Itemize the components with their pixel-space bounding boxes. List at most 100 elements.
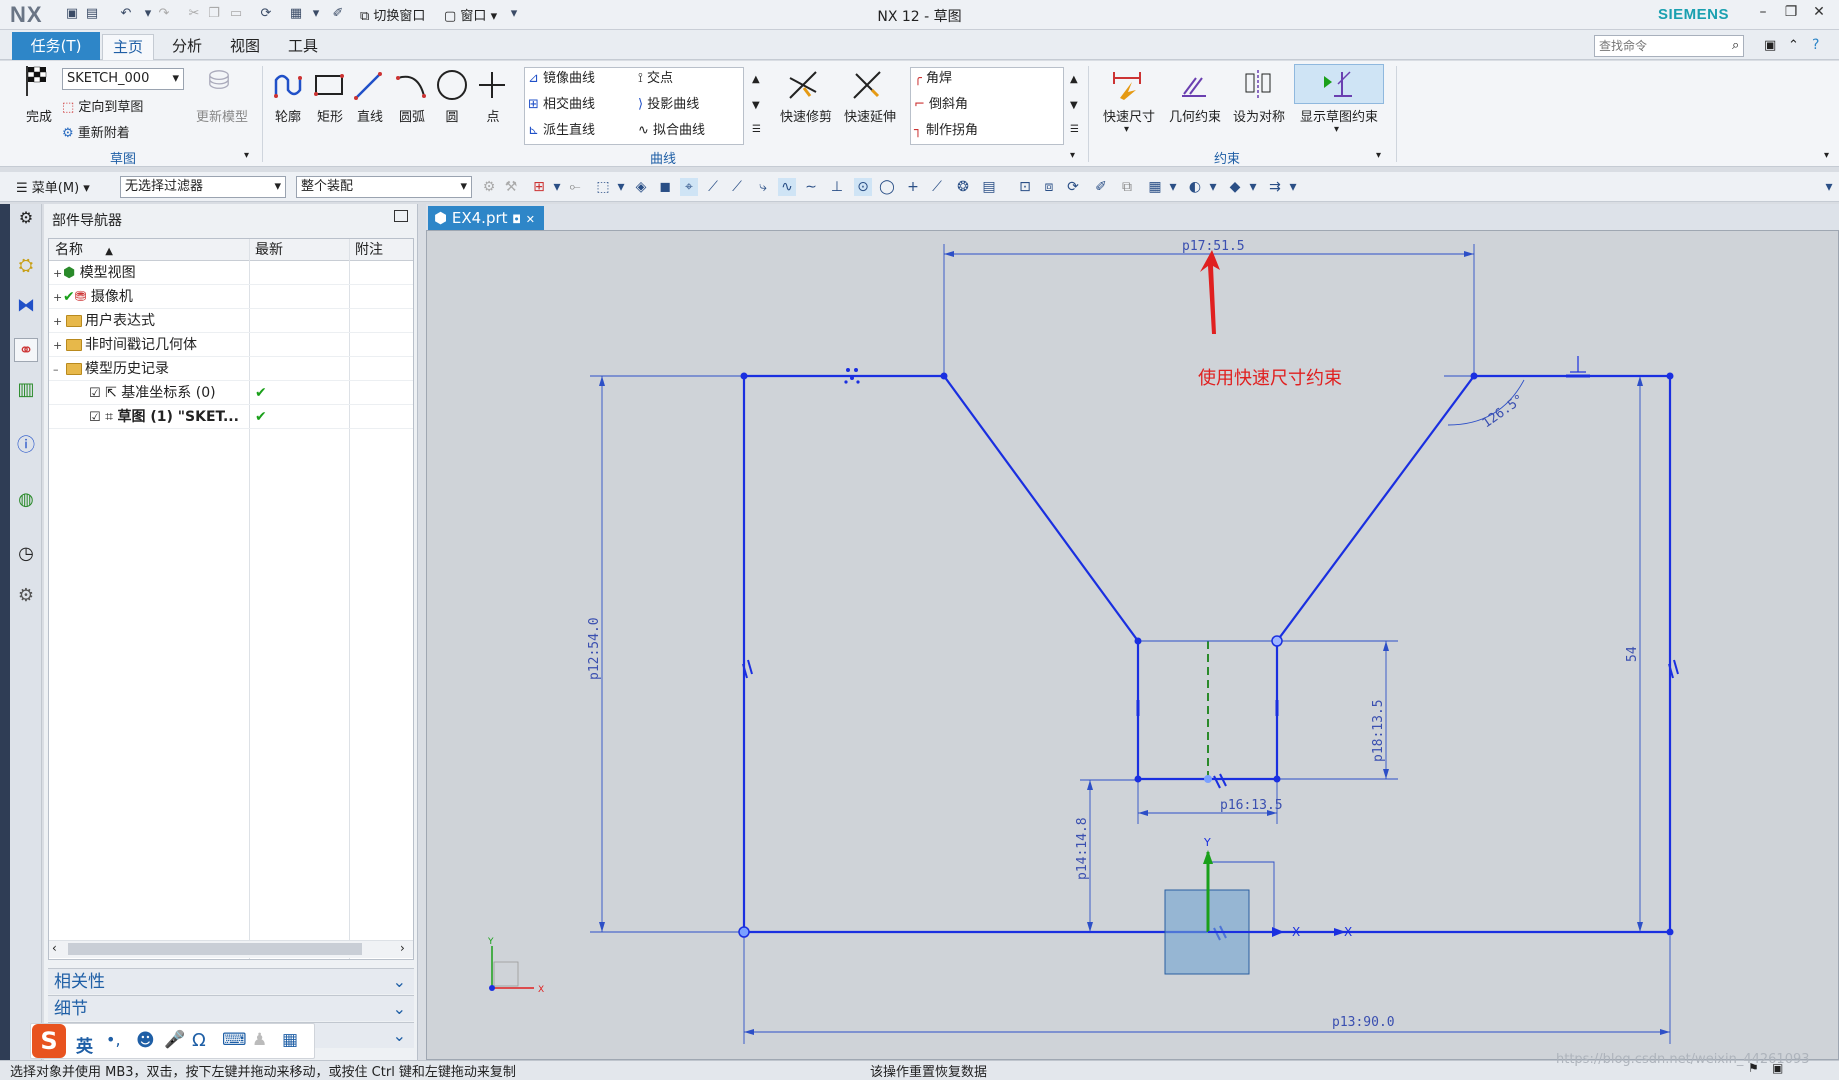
intersection-point-button[interactable]: ⟟ 交点 — [638, 68, 673, 90]
select-body-icon[interactable]: ◼ — [656, 178, 674, 196]
search-icon[interactable]: ⌕ — [1732, 38, 1739, 53]
clip-section-icon[interactable]: ⇉ — [1266, 178, 1284, 196]
assembly-navigator-icon[interactable]: ⛭ — [14, 254, 38, 278]
geometric-constraint-label[interactable]: 几何约束 — [1164, 106, 1226, 125]
edge-style-dropdown-icon[interactable]: ▾ — [1204, 178, 1222, 196]
corner-gallery-more-icon[interactable]: ☰ — [1070, 124, 1079, 135]
project-curve-button[interactable]: ⟩ 投影曲线 — [638, 94, 699, 116]
derived-line-button[interactable]: ⊾ 派生直线 — [528, 120, 595, 142]
expand-icon[interactable]: + — [53, 262, 63, 286]
symmetric-icon[interactable] — [1240, 68, 1276, 102]
keyboard-icon[interactable]: ⌨ — [222, 1030, 247, 1050]
tree-row-timeless-geometry[interactable]: + 非时间戳记几何体 — [49, 333, 413, 357]
menu-button[interactable]: ☰ 菜单(M) ▾ — [16, 177, 90, 196]
point-label[interactable]: 点 — [476, 106, 510, 125]
punctuation-icon[interactable]: •, — [106, 1030, 121, 1049]
perspective-icon[interactable]: ⧉ — [1118, 178, 1136, 196]
selection-filter-select[interactable]: 无选择过滤器 ▾ — [120, 176, 286, 198]
rapid-dimension-dropdown-icon[interactable]: ▾ — [1124, 124, 1129, 135]
history-icon[interactable]: ◷ — [14, 542, 38, 566]
constraint-navigator-icon[interactable]: ⧓ — [14, 294, 38, 318]
rectangle-select-icon[interactable]: ⬚ — [594, 178, 612, 196]
tree-row-user-expressions[interactable]: + 用户表达式 — [49, 309, 413, 333]
skin-icon[interactable]: ♟ — [252, 1030, 267, 1050]
corner-gallery-down-icon[interactable]: ▼ — [1070, 100, 1078, 111]
web-browser-icon[interactable]: ◍ — [14, 488, 38, 512]
filter-general-icon[interactable]: ⚒ — [502, 178, 520, 196]
tab-home[interactable]: 主页 — [102, 34, 155, 60]
gallery-up-icon[interactable]: ▲ — [752, 74, 760, 85]
maximize-panel-icon[interactable] — [394, 210, 408, 222]
clip-section-dropdown-icon[interactable]: ▾ — [1284, 178, 1302, 196]
sketch-vertices[interactable] — [738, 372, 1674, 938]
gallery-down-icon[interactable]: ▼ — [752, 100, 760, 111]
geometric-constraint-icon[interactable] — [1176, 68, 1212, 102]
sketch-group-expand-icon[interactable]: ▾ — [244, 150, 249, 161]
update-model-label[interactable]: 更新模型 — [190, 106, 254, 125]
make-corner-button[interactable]: ┐ 制作拐角 — [914, 120, 978, 142]
snap-toggle-icon[interactable]: ⌖ — [680, 178, 698, 196]
tab-analysis[interactable]: 分析 — [162, 34, 212, 60]
chamfer-button[interactable]: ⌐ 倒斜角 — [914, 94, 968, 116]
snap-midpoint-icon[interactable]: ⟋ — [728, 178, 746, 196]
select-all-icon[interactable]: ⟜ — [566, 178, 584, 196]
filter-reset-icon[interactable]: ⚙ — [480, 178, 498, 196]
profile-label[interactable]: 轮廓 — [270, 106, 306, 125]
expand-icon[interactable]: + — [53, 286, 63, 310]
orient-to-sketch-button[interactable]: ⬚ 定向到草图 — [62, 97, 143, 119]
mirror-curve-button[interactable]: ⊿ 镜像曲线 — [528, 68, 595, 90]
ribbon-options-icon[interactable]: ▣ — [1764, 38, 1776, 53]
orient-view-icon[interactable]: ✐ — [1092, 178, 1110, 196]
display-mode-dropdown-icon[interactable]: ▾ — [1244, 178, 1262, 196]
rapid-dimension-label[interactable]: 快速尺寸 — [1098, 106, 1160, 125]
show-constraints-label[interactable]: 显示草图约束 — [1290, 106, 1388, 125]
selection-scope-select[interactable]: 整个装配 ▾ — [296, 176, 472, 198]
reattach-button[interactable]: ⚙ 重新附着 — [62, 123, 130, 145]
type-filter-icon[interactable]: ⊞ — [530, 178, 548, 196]
render-style-dropdown-icon[interactable]: ▾ — [1164, 178, 1182, 196]
snap-intersection-icon[interactable]: ∿ — [778, 178, 796, 196]
gallery-more-icon[interactable]: ☰ — [752, 124, 761, 135]
tab-tools[interactable]: 工具 — [278, 34, 328, 60]
column-header-latest[interactable]: 最新 — [249, 239, 349, 261]
rectangle-icon[interactable] — [312, 68, 348, 102]
checkbox-icon[interactable]: ☑ — [89, 386, 101, 401]
fit-curve-button[interactable]: ∿ 拟合曲线 — [638, 120, 705, 142]
snap-center-icon[interactable]: ⊙ — [854, 178, 872, 196]
snap-perpendicular-icon[interactable]: ⊥ — [828, 178, 846, 196]
full-screen-icon[interactable]: ▣ — [1772, 1061, 1783, 1075]
symbol-icon[interactable]: Ω — [192, 1030, 206, 1051]
ribbon-overflow-icon[interactable]: ▾ — [1824, 150, 1829, 161]
column-header-name[interactable]: 名称 ▲ — [49, 239, 249, 261]
selection-flag-icon[interactable]: ⚑ — [1748, 1061, 1759, 1075]
circle-icon[interactable] — [434, 68, 470, 102]
line-icon[interactable] — [352, 68, 388, 102]
snap-endpoint-icon[interactable]: ⟋ — [704, 178, 722, 196]
intersect-curve-button[interactable]: ⊞ 相交曲线 — [528, 94, 595, 116]
edge-style-icon[interactable]: ◐ — [1186, 178, 1204, 196]
zoom-icon[interactable]: ⧈ — [1040, 178, 1058, 196]
quick-extend-label[interactable]: 快速延伸 — [840, 106, 900, 125]
tree-row-model-history[interactable]: – 模型历史记录 — [49, 357, 413, 381]
command-search-input[interactable] — [1594, 35, 1744, 57]
rapid-dimension-icon[interactable] — [1110, 68, 1146, 102]
tree-row-model-views[interactable]: +⬢ 模型视图 — [49, 261, 413, 285]
tree-row-datum-csys[interactable]: ☑ ⇱ 基准坐标系 (0) ✔ — [49, 381, 413, 405]
constraint-group-expand-icon[interactable]: ▾ — [1376, 150, 1381, 161]
part-navigator-icon[interactable]: ⚭ — [14, 338, 38, 362]
tab-task[interactable]: 任务(T) — [12, 32, 100, 60]
process-studio-icon[interactable]: ⚙ — [14, 584, 38, 608]
point-icon[interactable] — [476, 68, 512, 102]
voice-icon[interactable]: 🎤 — [164, 1030, 185, 1050]
fit-view-icon[interactable]: ⊡ — [1016, 178, 1034, 196]
sketch-name-select[interactable]: SKETCH_000 ▾ — [62, 68, 184, 90]
tab-view[interactable]: 视图 — [220, 34, 270, 60]
sketch-canvas[interactable]: p17:51.5 p13:90.0 p16:13.5 p12:54.0 p18:… — [426, 230, 1839, 1060]
document-tab[interactable]: ⬢ EX4.prt ◘ ✕ — [428, 206, 544, 230]
rectangle-label[interactable]: 矩形 — [312, 106, 348, 125]
emoji-icon[interactable]: ☻ — [136, 1030, 155, 1051]
tab-menu-icon[interactable]: ◘ — [512, 213, 521, 226]
arc-icon[interactable] — [394, 68, 430, 102]
collapse-ribbon-icon[interactable]: ⌃ — [1788, 38, 1799, 53]
corner-gallery-up-icon[interactable]: ▲ — [1070, 74, 1078, 85]
